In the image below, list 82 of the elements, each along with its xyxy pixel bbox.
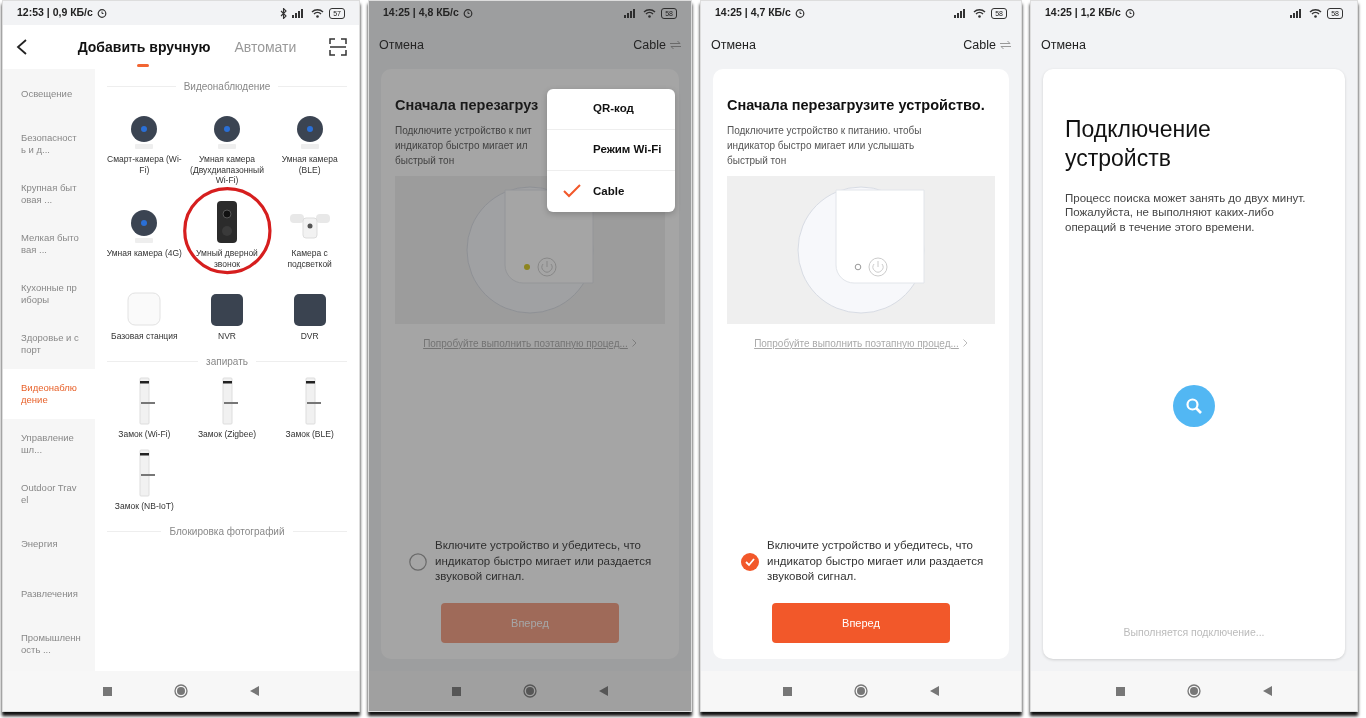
recorder-icon [210, 293, 244, 328]
chevron-right-icon [631, 339, 637, 348]
tab[interactable]: Добавить вручную [77, 36, 211, 67]
category-item[interactable]: Безопасность и д... [3, 119, 95, 169]
connection-mode-link[interactable]: Cable [633, 35, 681, 55]
back-nav-icon[interactable] [250, 686, 259, 696]
wifi-icon [643, 8, 657, 18]
checkmark-icon [563, 184, 581, 198]
connecting-title: Подключение устройств [1065, 115, 1212, 173]
back-nav-icon[interactable] [930, 686, 939, 696]
category-item[interactable]: Крупная бытовая ... [3, 169, 95, 219]
back-icon[interactable] [15, 38, 29, 56]
device-tile[interactable]: Замок (BLE) [283, 374, 336, 442]
step-title: Сначала перезагрузите устройство. [727, 96, 985, 115]
chevron-right-icon [962, 339, 968, 348]
back-nav-icon[interactable] [1263, 686, 1272, 696]
category-item[interactable]: Видеонаблюдение [3, 369, 95, 419]
home-nav-icon[interactable] [523, 684, 537, 698]
back-nav-icon[interactable] [599, 686, 608, 696]
swap-icon [1000, 41, 1011, 49]
home-nav-icon[interactable] [854, 684, 868, 698]
swap-icon [670, 41, 681, 49]
alarm-icon [96, 8, 107, 18]
progress-text: Выполняется подключение... [1122, 625, 1266, 641]
alarm-icon [462, 8, 473, 18]
device-tile[interactable]: Замок (Zigbee) [195, 374, 259, 442]
status-time: 14:25 | 1,2 КБ/с [1045, 5, 1121, 21]
step-title: Сначала перезагруз [395, 96, 539, 115]
checkbox[interactable] [409, 552, 427, 571]
status-time: 14:25 | 4,8 КБ/с [383, 5, 459, 21]
category-item[interactable]: Освещение [3, 69, 95, 119]
square-nav-icon[interactable] [103, 686, 112, 696]
device-tile[interactable]: Камера с подсветкой [268, 193, 351, 272]
category-item[interactable]: Outdoor Travel [3, 469, 95, 519]
status-time: 12:53 | 0,9 КБ/с [17, 5, 93, 21]
cancel-link[interactable]: Отмена [1041, 35, 1086, 55]
step-description: Подключите устройство к питанию. чтобы индикатор быстро мигает или услышать быстрый тон [727, 123, 922, 168]
section-title: Видеонаблюдение [183, 80, 271, 94]
checkbox[interactable] [741, 552, 759, 571]
alarm-icon [1124, 8, 1135, 18]
category-item[interactable]: Мелкая бытовая ... [3, 219, 95, 269]
recorder-icon [292, 293, 327, 328]
confirm-text: Включите устройство и убедитесь, что индикатор быстро мигает или раздается звуковой сигнал. [767, 538, 985, 585]
connection-mode-link[interactable]: Cable [963, 35, 1011, 55]
device-tile[interactable]: Умная камера (BLE) [268, 100, 351, 188]
alarm-icon [794, 8, 805, 18]
connecting-description: Процесс поиска может занять до двух минут. Пожалуйста, не выполняют каких-либо операций в течение этого времени. [1065, 190, 1307, 236]
home-nav-icon[interactable] [1187, 684, 1201, 698]
category-item[interactable]: Здоровье и спорт [3, 319, 95, 369]
category-item[interactable]: Промышленность ... [3, 619, 95, 669]
cancel-link[interactable]: Отмена [711, 35, 756, 55]
device-tile[interactable]: Замок (NB-IoT) [112, 447, 176, 514]
device-tile[interactable]: Замок (Wi-Fi) [116, 374, 173, 442]
status-time: 14:25 | 4,7 КБ/с [715, 5, 791, 21]
search-icon [1173, 385, 1215, 428]
device-tile[interactable]: Базовая станция [109, 277, 180, 344]
wifi-icon [311, 8, 325, 18]
wifi-icon [1309, 8, 1323, 18]
cancel-link[interactable]: Отмена [379, 35, 424, 55]
category-item[interactable]: Развлечения [3, 569, 95, 619]
device-tile[interactable]: Умная камера (4G) [104, 193, 184, 272]
confirm-text: Включите устройство и убедитесь, что индикатор быстро мигает или раздается звуковой сигнал. [435, 538, 653, 585]
menu-item[interactable]: Режим Wi-Fi [547, 130, 675, 171]
square-nav-icon[interactable] [1116, 686, 1125, 696]
square-nav-icon[interactable] [783, 686, 792, 696]
category-item[interactable]: Энергия [3, 519, 95, 569]
section-title: Блокировка фотографий [169, 525, 285, 539]
device-tile[interactable]: NVR [208, 277, 246, 344]
square-nav-icon[interactable] [452, 686, 461, 696]
device-tile[interactable]: Умная камера (Двухдиапазонный Wi-Fi) [185, 100, 269, 188]
category-item[interactable]: Управление шл... [3, 419, 95, 469]
menu-item[interactable]: Cable [547, 171, 675, 212]
step-description: Подключите устройство к пит индикатор быстро мигает ил быстрый тон [395, 123, 532, 168]
category-item[interactable]: Кухонные приборы [3, 269, 95, 319]
hub-icon [126, 291, 163, 328]
section-title: запирать [206, 354, 248, 369]
wifi-icon [973, 8, 987, 18]
device-tile[interactable]: Смарт-камера (Wi-Fi) [103, 100, 186, 188]
device-tile[interactable]: DVR [290, 277, 329, 344]
home-nav-icon[interactable] [174, 684, 188, 698]
scan-icon[interactable] [329, 38, 347, 56]
menu-item[interactable]: QR-код [547, 89, 675, 130]
